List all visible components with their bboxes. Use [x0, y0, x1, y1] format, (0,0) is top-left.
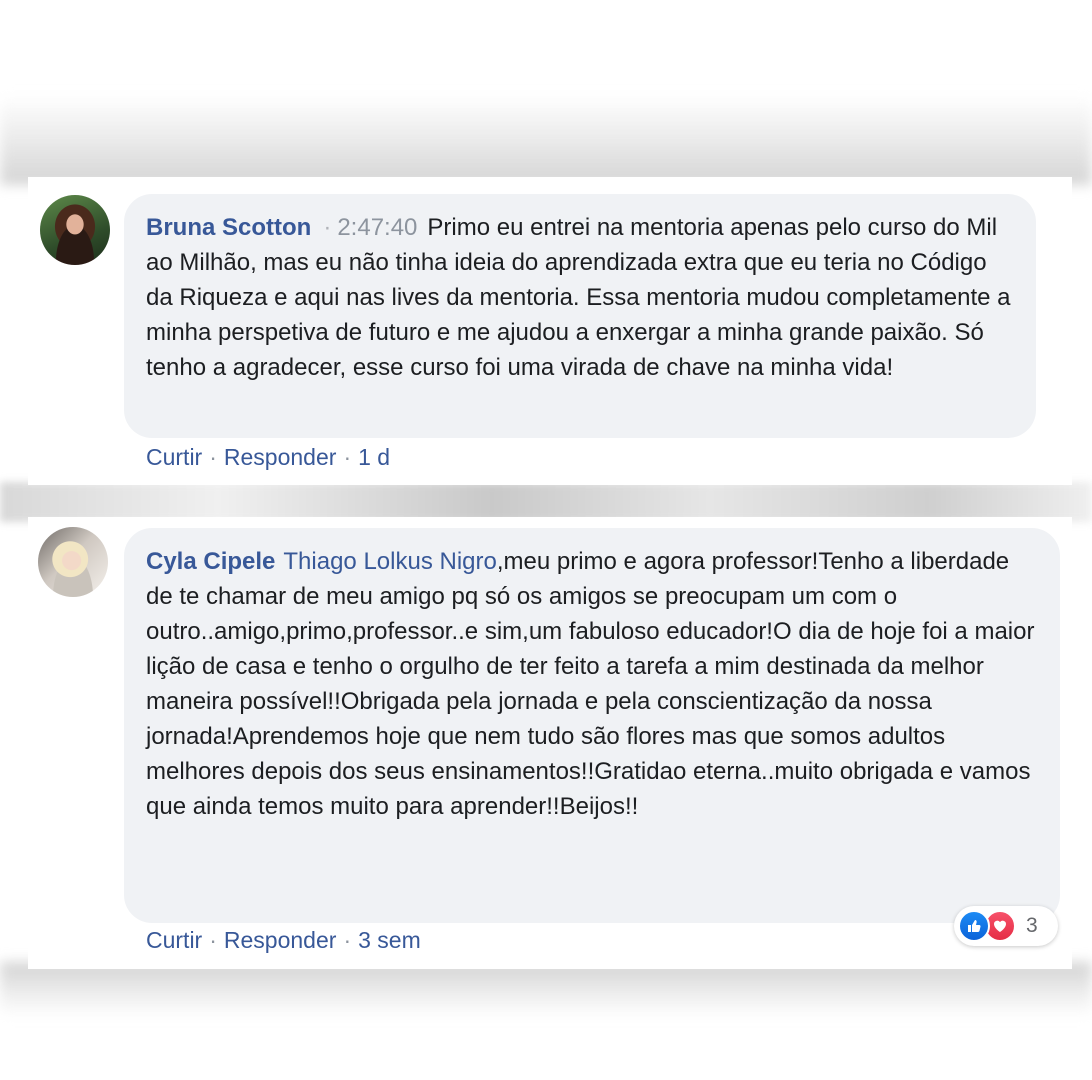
reply-link[interactable]: Responder — [224, 444, 337, 470]
comment-bubble: Bruna Scotton · 2:47:40 Primo eu entrei na … — [124, 194, 1036, 438]
blurred-background-divider — [0, 482, 1092, 522]
thumbs-up-icon — [968, 920, 981, 932]
blurred-background-bottom — [0, 962, 1092, 1017]
comment-age-link[interactable]: 3 sem — [358, 927, 421, 953]
mention-link[interactable]: Thiago Lolkus Nigro — [283, 548, 496, 575]
comment-card: Cyla Cipele Thiago Lolkus Nigro,meu primo… — [28, 517, 1072, 969]
comment-actions: Curtir · Responder · 3 sem — [146, 927, 421, 954]
comment-card: Bruna Scotton · 2:47:40 Primo eu entrei na … — [28, 177, 1072, 485]
avatar[interactable] — [40, 195, 110, 265]
separator-dot: · — [323, 214, 332, 241]
action-separator: · — [343, 927, 352, 953]
avatar[interactable] — [38, 527, 108, 597]
comment-actions: Curtir · Responder · 1 d — [146, 444, 390, 471]
action-separator: · — [343, 444, 352, 470]
comment-age-link[interactable]: 1 d — [358, 444, 390, 470]
reactions-summary[interactable]: 3 — [954, 906, 1058, 946]
like-link[interactable]: Curtir — [146, 444, 202, 470]
reaction-count: 3 — [1026, 914, 1038, 937]
comment-author-link[interactable]: Cyla Cipele — [146, 548, 275, 575]
comment-bubble: Cyla Cipele Thiago Lolkus Nigro,meu primo… — [124, 528, 1060, 923]
reply-link[interactable]: Responder — [224, 927, 337, 953]
like-link[interactable]: Curtir — [146, 927, 202, 953]
comment-author-link[interactable]: Bruna Scotton — [146, 214, 311, 241]
action-separator: · — [209, 444, 217, 470]
blurred-background-top — [0, 95, 1092, 185]
video-timestamp-link[interactable]: 2:47:40 — [337, 214, 417, 241]
like-icon — [958, 910, 990, 942]
comment-text: ,meu primo e agora professor!Tenho a lib… — [146, 548, 1035, 820]
heart-icon — [994, 920, 1006, 932]
action-separator: · — [209, 927, 217, 953]
